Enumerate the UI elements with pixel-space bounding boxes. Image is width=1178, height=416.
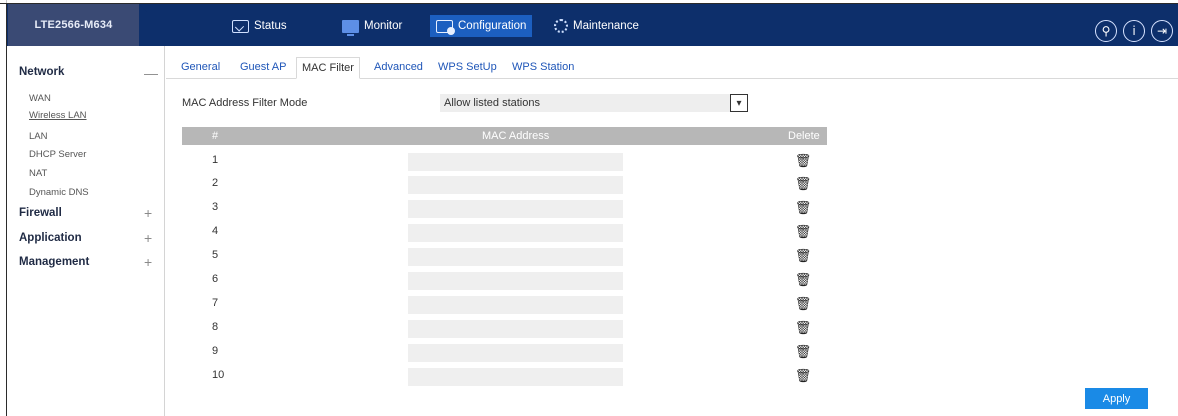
delete-icon[interactable]: 🗑 (795, 224, 812, 240)
row-number: 2 (212, 177, 219, 189)
tab-advanced[interactable]: Advanced (369, 57, 428, 79)
nav-maintenance[interactable]: Maintenance (548, 15, 645, 37)
sidebar-item-nat[interactable]: NAT (29, 168, 47, 179)
table-row: 10 🗑 (182, 366, 827, 390)
sidebar-group-firewall[interactable]: Firewall (19, 207, 62, 219)
column-number-header: # (212, 130, 219, 142)
window-border-top (0, 3, 1178, 4)
delete-icon[interactable]: 🗑 (795, 368, 812, 384)
sidebar: Network — WAN Wireless LAN LAN DHCP Serv… (7, 46, 165, 416)
sidebar-item-wan[interactable]: WAN (29, 93, 51, 104)
wizard-button[interactable]: ⚲ (1095, 20, 1117, 42)
logout-icon: ⇥ (1156, 24, 1168, 38)
tab-wps-setup[interactable]: WPS SetUp (433, 57, 502, 79)
tab-mac-filter[interactable]: MAC Filter (296, 57, 360, 79)
table-row: 2 🗑 (182, 174, 827, 198)
device-model-tab: LTE2566-M634 (8, 4, 147, 46)
dropdown-arrow-icon[interactable]: ▾ (730, 94, 748, 112)
apply-button[interactable]: Apply (1085, 388, 1148, 409)
delete-icon[interactable]: 🗑 (795, 296, 812, 312)
mac-address-input[interactable] (408, 344, 623, 362)
monitor-icon (342, 19, 359, 36)
delete-icon[interactable]: 🗑 (795, 200, 812, 216)
nav-configuration-label: Configuration (458, 20, 527, 32)
delete-icon[interactable]: 🗑 (795, 272, 812, 288)
row-number: 3 (212, 201, 219, 213)
nav-status-label: Status (254, 20, 287, 32)
nav-maintenance-label: Maintenance (573, 20, 639, 32)
table-row: 6 🗑 (182, 270, 827, 294)
logout-button[interactable]: ⇥ (1151, 20, 1173, 42)
mac-address-input[interactable] (408, 224, 623, 242)
filter-mode-label: MAC Address Filter Mode (182, 97, 308, 109)
table-row: 4 🗑 (182, 222, 827, 246)
row-number: 9 (212, 345, 219, 357)
table-row: 8 🗑 (182, 318, 827, 342)
table-row: 3 🗑 (182, 198, 827, 222)
collapse-network-icon[interactable]: — (144, 66, 158, 80)
table-row: 9 🗑 (182, 342, 827, 366)
model-name: LTE2566-M634 (34, 19, 113, 31)
info-button[interactable]: i (1123, 20, 1145, 42)
chevron-down-icon: ▾ (736, 97, 742, 109)
expand-management-icon[interactable]: + (144, 255, 152, 269)
table-row: 5 🗑 (182, 246, 827, 270)
configuration-icon (436, 19, 455, 35)
sidebar-group-network[interactable]: Network (19, 66, 64, 78)
row-number: 7 (212, 297, 219, 309)
nav-configuration[interactable]: Configuration (430, 15, 533, 37)
model-tab-corner (139, 4, 147, 12)
sidebar-item-dhcp-server[interactable]: DHCP Server (29, 149, 86, 160)
row-number: 1 (212, 154, 219, 166)
expand-application-icon[interactable]: + (144, 231, 152, 245)
mac-address-input[interactable] (408, 320, 623, 338)
delete-icon[interactable]: 🗑 (795, 320, 812, 336)
row-number: 5 (212, 249, 219, 261)
row-number: 8 (212, 321, 219, 333)
column-delete-header: Delete (788, 130, 820, 142)
sidebar-group-management[interactable]: Management (19, 256, 89, 268)
tab-bar: General Guest AP MAC Filter Advanced WPS… (166, 57, 1178, 79)
mac-address-input[interactable] (408, 368, 623, 386)
mac-address-input[interactable] (408, 176, 623, 194)
mac-address-input[interactable] (408, 200, 623, 218)
row-number: 10 (212, 369, 225, 381)
delete-icon[interactable]: 🗑 (795, 248, 812, 264)
mac-address-input[interactable] (408, 296, 623, 314)
tab-wps-station[interactable]: WPS Station (507, 57, 579, 79)
mac-address-input[interactable] (408, 248, 623, 266)
row-number: 4 (212, 225, 219, 237)
expand-firewall-icon[interactable]: + (144, 206, 152, 220)
table-row: 7 🗑 (182, 294, 827, 318)
mac-table-header: # MAC Address Delete (182, 127, 827, 145)
table-row: 1 🗑 (182, 151, 827, 175)
status-icon (232, 19, 249, 33)
tab-general[interactable]: General (176, 57, 225, 79)
delete-icon[interactable]: 🗑 (795, 176, 812, 192)
filter-mode-select[interactable]: Allow listed stations (440, 94, 748, 112)
column-mac-header: MAC Address (482, 130, 550, 142)
wizard-icon: ⚲ (1101, 24, 1111, 38)
nav-status[interactable]: Status (226, 15, 293, 37)
sidebar-item-wireless-lan[interactable]: Wireless LAN (29, 110, 87, 121)
sidebar-item-lan[interactable]: LAN (29, 131, 47, 142)
mac-address-input[interactable] (408, 153, 623, 171)
info-icon: i (1132, 24, 1136, 38)
mac-address-input[interactable] (408, 272, 623, 290)
nav-monitor[interactable]: Monitor (336, 15, 408, 37)
row-number: 6 (212, 273, 219, 285)
maintenance-icon (554, 19, 568, 33)
tab-guest-ap[interactable]: Guest AP (235, 57, 291, 79)
sidebar-item-dynamic-dns[interactable]: Dynamic DNS (29, 187, 89, 198)
delete-icon[interactable]: 🗑 (795, 153, 812, 169)
nav-monitor-label: Monitor (364, 20, 403, 32)
delete-icon[interactable]: 🗑 (795, 344, 812, 360)
sidebar-group-application[interactable]: Application (19, 232, 82, 244)
